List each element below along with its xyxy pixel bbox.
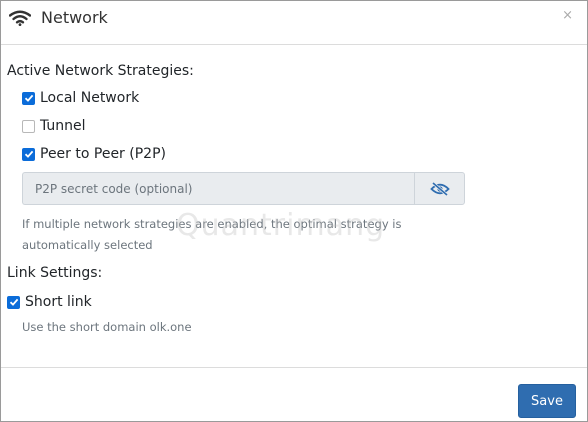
dialog-title: Network: [41, 8, 108, 27]
checkbox-p2p[interactable]: Peer to Peer (P2P): [22, 146, 166, 162]
strategy-help-text: If multiple network strategies are enabl…: [22, 214, 401, 256]
checkbox-local-network[interactable]: Local Network: [22, 90, 139, 106]
strategies-heading: Active Network Strategies:: [7, 63, 194, 79]
p2p-secret-group: [22, 172, 465, 205]
checkbox-checked-icon[interactable]: [7, 295, 20, 309]
network-dialog: Network × Active Network Strategies: Loc…: [0, 0, 588, 422]
save-button[interactable]: Save: [518, 384, 576, 418]
footer-divider: [1, 367, 587, 368]
short-link-help-text: Use the short domain olk.one: [22, 320, 192, 334]
checkbox-checked-icon[interactable]: [22, 91, 35, 105]
help-line: If multiple network strategies are enabl…: [22, 217, 402, 231]
dialog-header: Network ×: [1, 1, 587, 45]
help-line: automatically selected: [22, 238, 153, 252]
checkbox-unchecked-icon[interactable]: [22, 119, 35, 133]
toggle-visibility-button[interactable]: [414, 172, 465, 205]
wifi-icon: [9, 10, 31, 26]
checkbox-label: Peer to Peer (P2P): [40, 146, 166, 162]
eye-slash-icon: [429, 181, 450, 196]
p2p-secret-input[interactable]: [22, 172, 414, 205]
checkbox-label: Short link: [25, 294, 92, 310]
checkbox-short-link[interactable]: Short link: [7, 294, 92, 310]
checkbox-checked-icon[interactable]: [22, 147, 35, 161]
checkbox-label: Local Network: [40, 90, 140, 106]
checkbox-label: Tunnel: [40, 118, 86, 134]
close-icon[interactable]: ×: [562, 8, 573, 23]
link-settings-heading: Link Settings:: [7, 265, 103, 281]
checkbox-tunnel[interactable]: Tunnel: [22, 118, 86, 134]
